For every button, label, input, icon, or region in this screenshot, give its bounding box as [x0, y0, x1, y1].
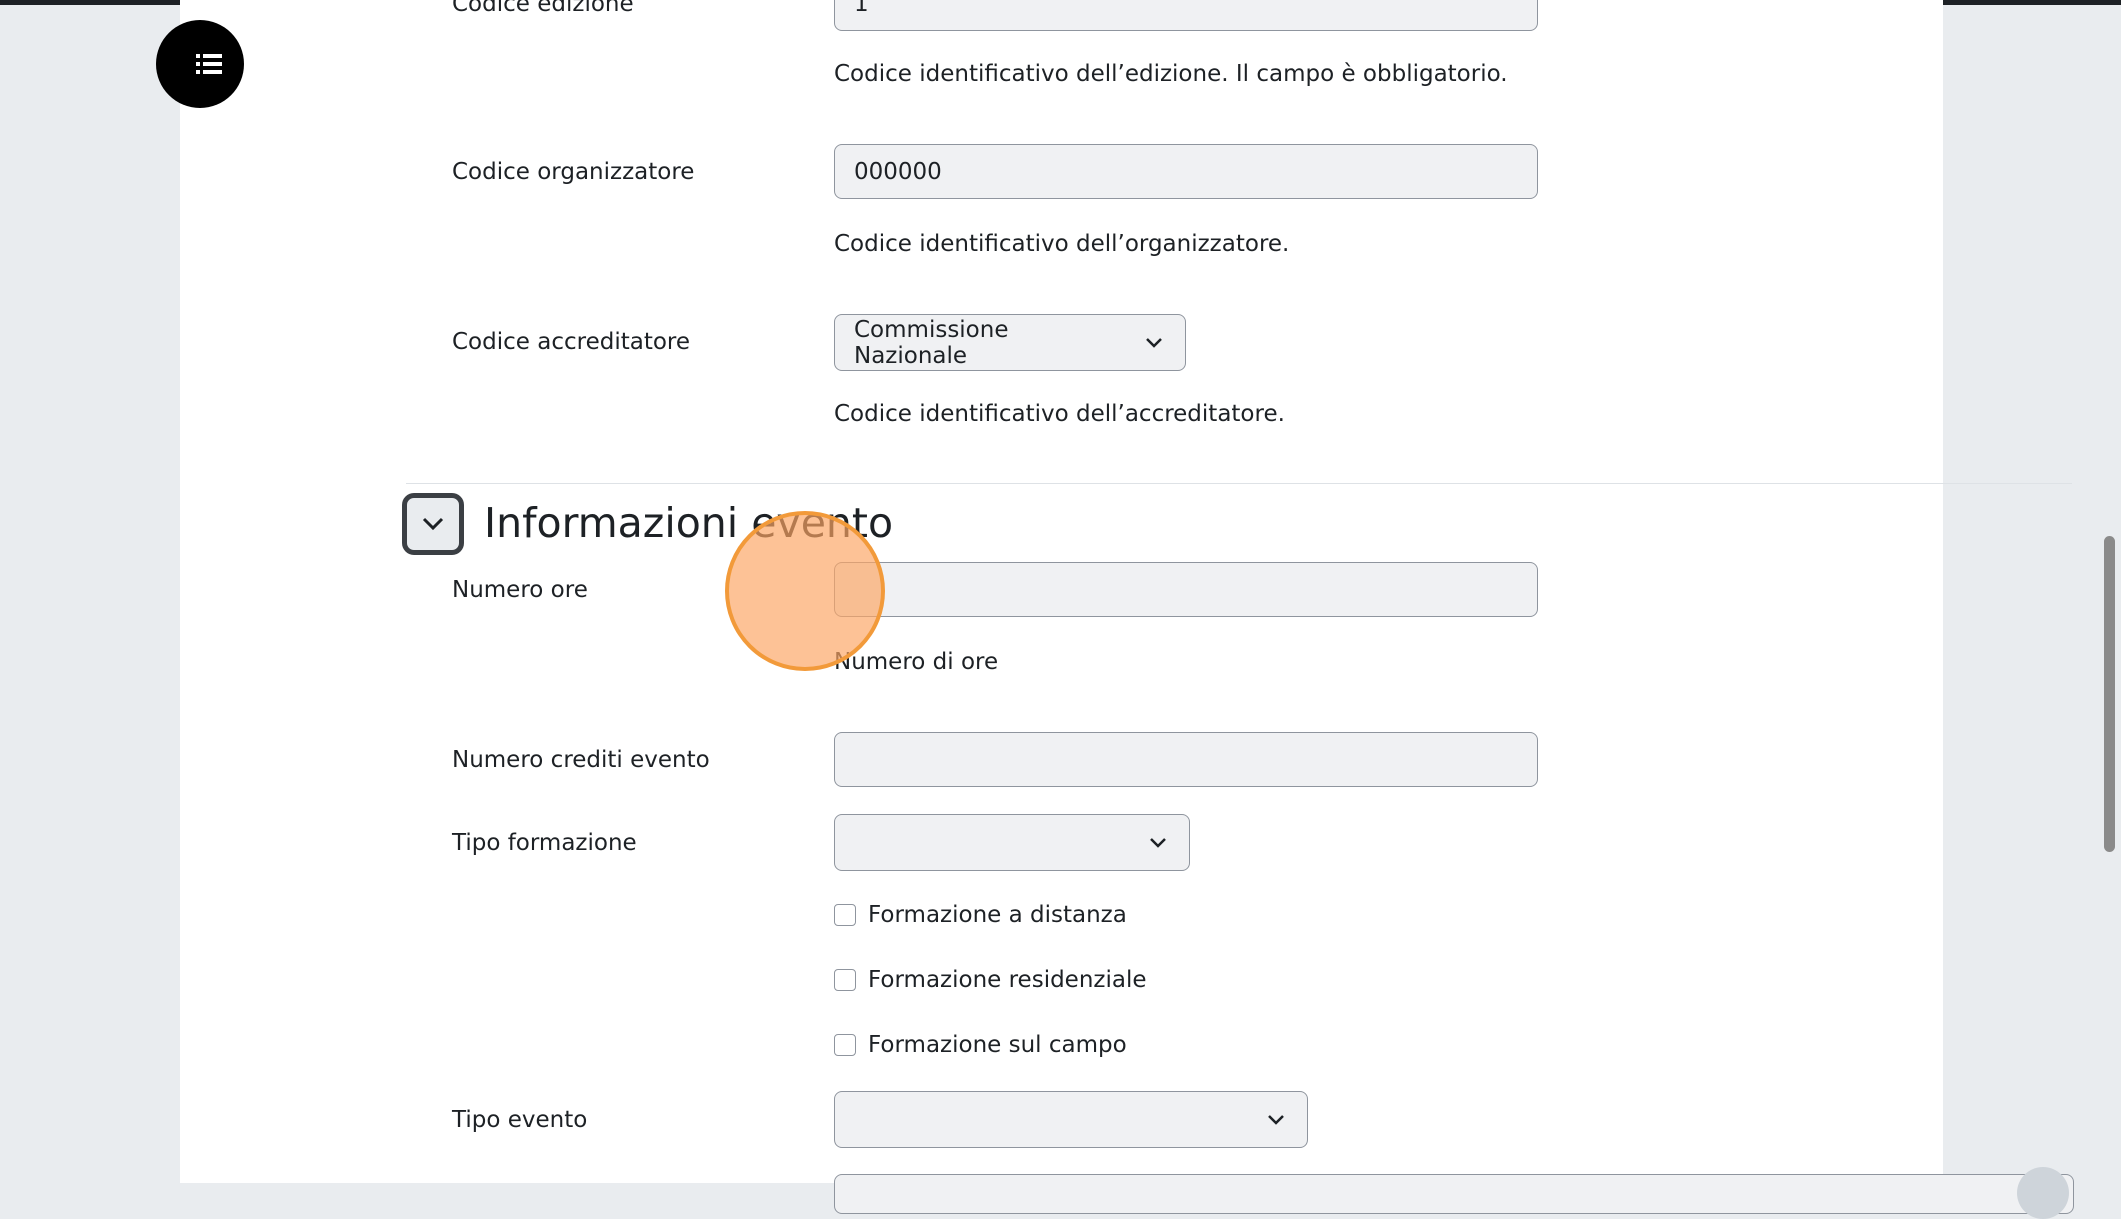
numero-ore-input[interactable]: [834, 562, 1538, 617]
scrollbar-thumb[interactable]: [2104, 536, 2115, 852]
numero-crediti-label: Numero crediti evento: [452, 747, 710, 773]
help-button[interactable]: [2017, 1167, 2069, 1219]
section-title: Informazioni evento: [484, 499, 894, 547]
checkbox-formazione-residenziale[interactable]: Formazione residenziale: [834, 965, 1147, 995]
codice-accreditatore-selected: Commissione Nazionale: [854, 316, 1009, 369]
checkbox-label: Formazione a distanza: [868, 902, 1127, 928]
codice-accreditatore-help: Codice identificativo dell’accreditatore…: [834, 401, 1285, 427]
section-collapse-button[interactable]: [402, 493, 464, 555]
checkbox-formazione-a-distanza[interactable]: Formazione a distanza: [834, 900, 1127, 930]
codice-organizzatore-input[interactable]: [834, 144, 1538, 199]
tipo-evento-label: Tipo evento: [452, 1107, 588, 1133]
numero-ore-help: Numero di ore: [834, 649, 999, 675]
codice-edizione-input[interactable]: [834, 0, 1538, 31]
numero-ore-label: Numero ore: [452, 577, 588, 603]
list-icon: [196, 54, 222, 74]
checkbox-label: Formazione residenziale: [868, 967, 1147, 993]
codice-edizione-help: Codice identificativo dell’edizione. Il …: [834, 61, 1508, 87]
checkbox[interactable]: [834, 1034, 856, 1056]
codice-accreditatore-select[interactable]: Commissione Nazionale: [834, 314, 1186, 371]
tipo-formazione-select[interactable]: [834, 814, 1190, 871]
codice-edizione-label: Codice edizione: [452, 0, 634, 17]
checkbox[interactable]: [834, 969, 856, 991]
main-content: Codice edizione Codice identificativo de…: [156, 0, 2074, 1214]
checkbox-formazione-sul-campo[interactable]: Formazione sul campo: [834, 1030, 1127, 1060]
chevron-down-icon: [422, 517, 444, 531]
tipo-formazione-label: Tipo formazione: [452, 830, 637, 856]
course-index-toggle-button[interactable]: [156, 20, 244, 108]
codice-accreditatore-label: Codice accreditatore: [452, 329, 691, 355]
chevron-down-icon: [1150, 837, 1166, 848]
checkbox[interactable]: [834, 904, 856, 926]
chevron-down-icon: [1268, 1114, 1284, 1125]
chevron-down-icon: [1146, 337, 1162, 348]
tipo-evento-select[interactable]: [834, 1091, 1308, 1148]
next-field[interactable]: [834, 1174, 2074, 1214]
section-divider: [406, 483, 2072, 484]
numero-crediti-input[interactable]: [834, 732, 1538, 787]
codice-organizzatore-help: Codice identificativo dell’organizzatore…: [834, 231, 1290, 257]
checkbox-label: Formazione sul campo: [868, 1032, 1127, 1058]
codice-organizzatore-label: Codice organizzatore: [452, 159, 695, 185]
